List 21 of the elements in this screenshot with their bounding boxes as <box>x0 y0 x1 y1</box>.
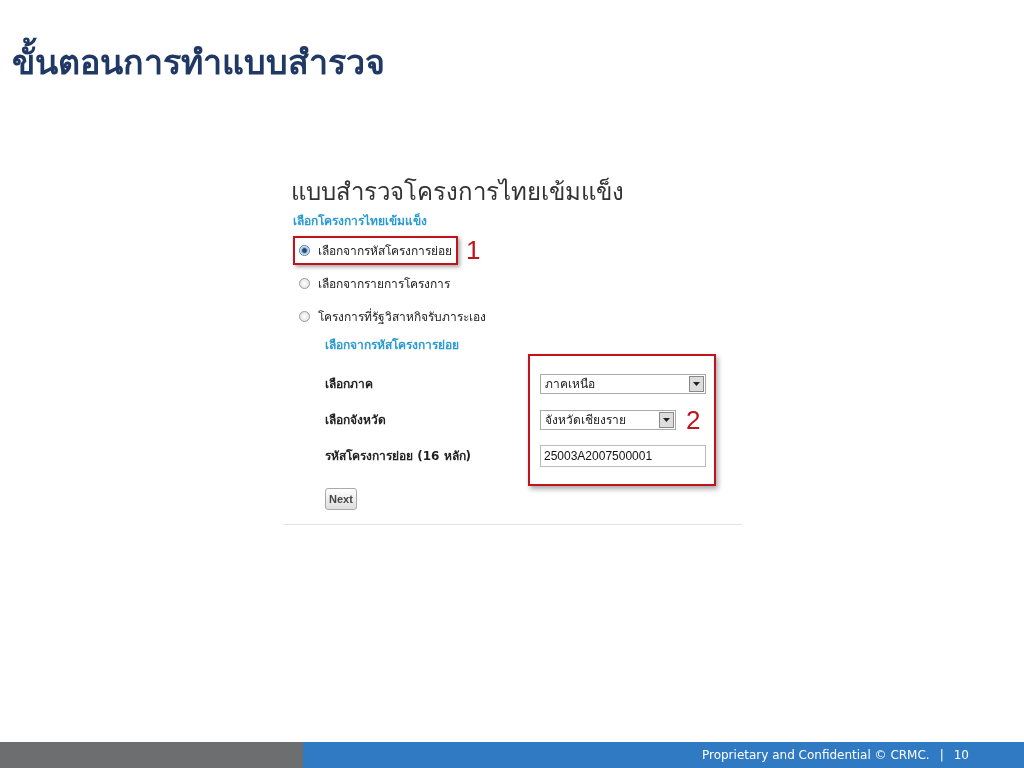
input-field[interactable]: 25003A2007500001 <box>540 444 706 467</box>
footer-text: Proprietary and Confidential © CRMC. <box>701 748 930 762</box>
form-heading: แบบสำรวจโครงการไทยเข้มแข็ง <box>290 177 625 207</box>
page-number: 10 <box>953 748 969 762</box>
slide-title: ขั้นตอนการทำแบบสำรวจ <box>12 28 385 98</box>
sub-heading: เลือกจากรหัสโครงการย่อย <box>324 336 460 354</box>
radio-button[interactable] <box>299 310 310 322</box>
radio-option[interactable]: เลือกจากรายการโครงการ <box>299 273 450 293</box>
section-label: เลือกโครงการไทยเข้มแข็ง <box>292 212 428 230</box>
field-label: เลือกจังหวัด <box>325 412 386 430</box>
radio-option[interactable]: โครงการที่รัฐวิสาหกิจรับภาระเอง <box>299 306 486 326</box>
dropdown[interactable]: จังหวัดเชียงราย <box>540 409 676 430</box>
next-button[interactable]: Next <box>325 487 357 510</box>
dropdown[interactable]: ภาคเหนือ <box>540 373 706 394</box>
radio-button[interactable] <box>299 244 310 256</box>
field-label: เลือกภาค <box>325 376 373 394</box>
field-label: รหัสโครงการย่อย (16 หลัก) <box>325 448 472 466</box>
annotation-number: 2 <box>686 406 701 433</box>
radio-button[interactable] <box>299 277 310 289</box>
annotation-number: 1 <box>466 237 481 264</box>
footer-separator: | <box>939 748 944 762</box>
